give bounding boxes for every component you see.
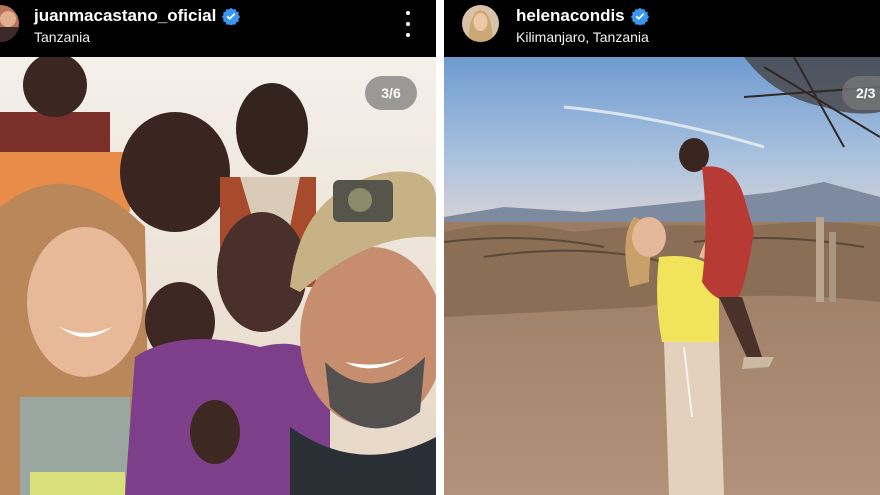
dot [406, 33, 410, 37]
user-block: juanmacastano_oficial Tanzania [34, 6, 241, 46]
post-header: helenacondis Kilimanjaro, Tanzania [444, 0, 880, 57]
username[interactable]: juanmacastano_oficial [34, 6, 216, 26]
verified-badge-icon [222, 7, 241, 27]
username-row: helenacondis [516, 6, 649, 27]
location-label[interactable]: Kilimanjaro, Tanzania [516, 28, 649, 46]
avatar[interactable] [462, 5, 499, 42]
post-header: juanmacastano_oficial Tanzania [0, 0, 436, 57]
divider [436, 0, 444, 495]
dot [406, 22, 410, 26]
post-left: juanmacastano_oficial Tanzania [0, 0, 436, 495]
post-image[interactable] [444, 57, 880, 495]
post-image[interactable] [0, 57, 436, 495]
user-block: helenacondis Kilimanjaro, Tanzania [516, 6, 649, 46]
avatar[interactable] [0, 5, 19, 42]
username[interactable]: helenacondis [516, 6, 625, 26]
image-counter-badge: 2/3 [842, 76, 880, 110]
username-row: juanmacastano_oficial [34, 6, 241, 27]
location-label[interactable]: Tanzania [34, 28, 240, 46]
image-counter-badge: 3/6 [365, 76, 417, 110]
dot [406, 11, 410, 15]
more-options-button[interactable] [398, 11, 418, 37]
verified-badge-icon [630, 7, 649, 27]
post-right: helenacondis Kilimanjaro, Tanzania [444, 0, 880, 495]
